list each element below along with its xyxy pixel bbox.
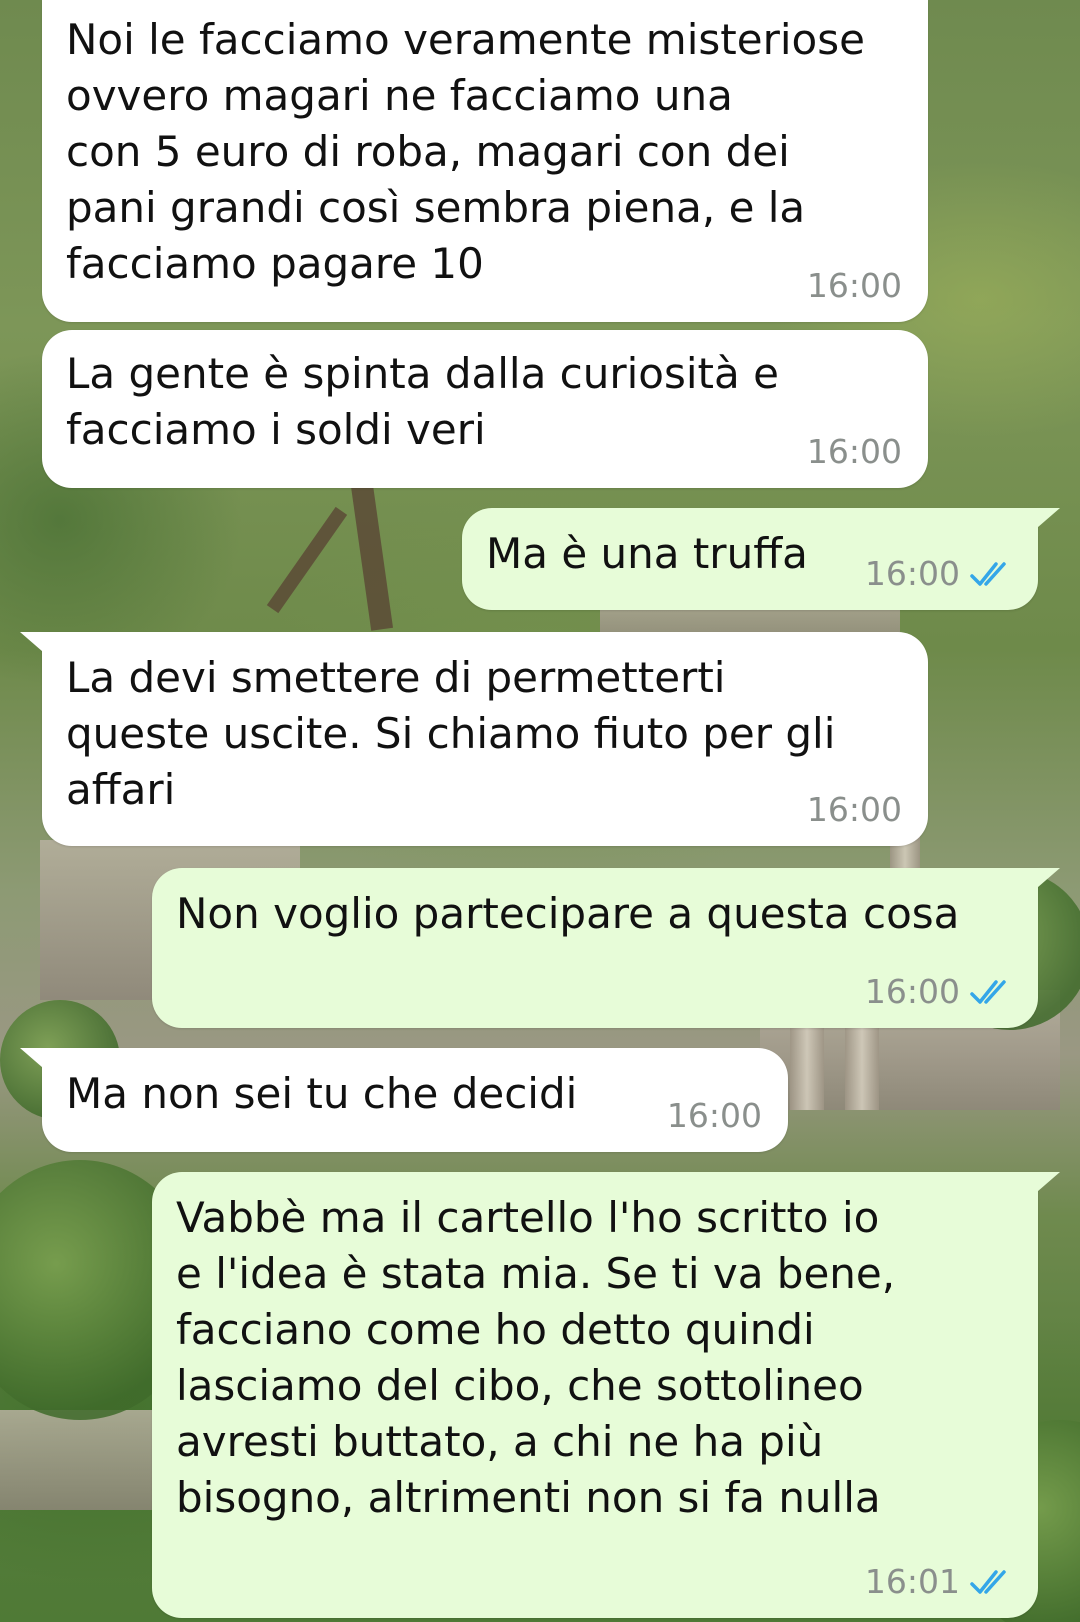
message-text: Non voglio partecipare a questa cosa bbox=[176, 889, 960, 938]
message-bubble-outgoing[interactable]: Vabbè ma il cartello l'ho scritto io e l… bbox=[152, 1172, 1060, 1618]
message-meta: 16:00 bbox=[807, 792, 902, 828]
double-check-read-icon bbox=[970, 980, 1006, 1004]
message-timestamp: 16:00 bbox=[864, 972, 960, 1011]
message-timestamp: 16:00 bbox=[806, 266, 902, 305]
message-meta: 16:00 bbox=[807, 434, 902, 470]
message-bubble-outgoing[interactable]: Ma è una truffa 16:00 bbox=[462, 508, 1060, 610]
message-bubble-outgoing[interactable]: Non voglio partecipare a questa cosa 16:… bbox=[152, 868, 1060, 1028]
message-timestamp: 16:01 bbox=[864, 1562, 960, 1601]
message-timestamp: 16:00 bbox=[806, 432, 902, 471]
message-text: Ma non sei tu che decidi bbox=[66, 1069, 578, 1118]
message-bubble-incoming[interactable]: Ma non sei tu che decidi 16:00 bbox=[20, 1048, 788, 1152]
message-meta: 16:00 bbox=[865, 556, 1012, 592]
message-bubble-incoming[interactable]: Noi le facciamo veramente misteriose ovv… bbox=[42, 0, 928, 322]
message-meta: 16:00 bbox=[807, 268, 902, 304]
double-check-read-icon bbox=[970, 1570, 1006, 1594]
double-check-read-icon bbox=[970, 562, 1006, 586]
message-timestamp: 16:00 bbox=[864, 554, 960, 593]
message-bubble-incoming[interactable]: La gente è spinta dalla curiosità e facc… bbox=[42, 330, 928, 488]
message-bubble-incoming[interactable]: La devi smettere di permetterti queste u… bbox=[20, 632, 928, 846]
message-text: Noi le facciamo veramente misteriose ovv… bbox=[66, 15, 865, 288]
message-timestamp: 16:00 bbox=[666, 1096, 762, 1135]
message-text: Vabbè ma il cartello l'ho scritto io e l… bbox=[176, 1193, 896, 1522]
message-meta: 16:00 bbox=[865, 974, 1012, 1010]
message-text: La gente è spinta dalla curiosità e facc… bbox=[66, 349, 779, 454]
message-text: La devi smettere di permetterti queste u… bbox=[66, 653, 836, 814]
message-meta: 16:01 bbox=[865, 1564, 1012, 1600]
message-meta: 16:00 bbox=[667, 1098, 762, 1134]
message-timestamp: 16:00 bbox=[806, 790, 902, 829]
